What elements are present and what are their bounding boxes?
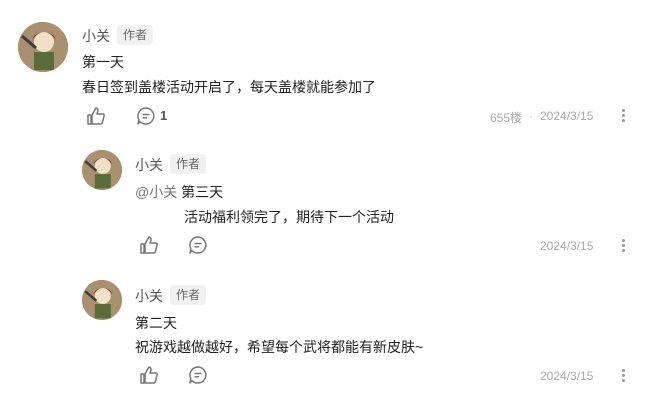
author-badge: 作者 xyxy=(170,285,207,305)
mention-link[interactable]: @小关 xyxy=(135,184,177,200)
more-vertical-icon[interactable] xyxy=(622,369,626,383)
author-name[interactable]: 小关 xyxy=(82,26,110,46)
avatar[interactable] xyxy=(82,150,122,190)
comment-bubble-icon[interactable] xyxy=(188,365,208,385)
comment-date: 2024/3/15 xyxy=(540,109,594,123)
thumbs-up-icon[interactable] xyxy=(139,365,159,385)
avatar[interactable] xyxy=(18,22,68,72)
reply-item: 小关 作者 @小关 第三天 活动福利领完了，期待下一个活动 2024/3/15 xyxy=(0,140,670,270)
avatar[interactable] xyxy=(82,280,122,320)
author-name[interactable]: 小关 xyxy=(135,286,163,306)
more-vertical-icon[interactable] xyxy=(622,239,626,253)
author-badge: 作者 xyxy=(170,154,207,174)
comment-text-line: 春日签到盖楼活动开启了，每天盖楼就能参加了 xyxy=(82,79,376,95)
comment-text-line: 第一天 xyxy=(82,54,124,70)
thumbs-up-icon[interactable] xyxy=(139,235,159,255)
comment-bubble-icon[interactable] xyxy=(136,106,156,126)
comment-date: 2024/3/15 xyxy=(540,239,594,253)
comment-text: 第三天 xyxy=(181,184,224,200)
comment-text-line: 第二天 xyxy=(135,315,177,331)
comment-text-line: 活动福利领完了，期待下一个活动 xyxy=(184,209,394,225)
comment-bubble-icon[interactable] xyxy=(188,235,208,255)
more-vertical-icon[interactable] xyxy=(622,109,626,123)
comment-text-line: @小关 第三天 xyxy=(135,182,223,202)
reply-count[interactable]: 1 xyxy=(160,108,167,123)
reply-item: 小关 作者 第二天 祝游戏越做越好，希望每个武将都能有新皮肤~ 2024/3/1… xyxy=(0,270,670,406)
comment-item: 小关 作者 第一天 春日签到盖楼活动开启了，每天盖楼就能参加了 1 655楼 ·… xyxy=(0,0,670,140)
meta-separator: · xyxy=(529,109,533,123)
author-name[interactable]: 小关 xyxy=(135,155,163,175)
comment-date: 2024/3/15 xyxy=(540,369,594,383)
floor-number: 655楼 xyxy=(490,111,523,125)
thumbs-up-icon[interactable] xyxy=(86,106,106,126)
author-badge: 作者 xyxy=(117,25,154,45)
comment-text-line: 祝游戏越做越好，希望每个武将都能有新皮肤~ xyxy=(135,339,424,355)
